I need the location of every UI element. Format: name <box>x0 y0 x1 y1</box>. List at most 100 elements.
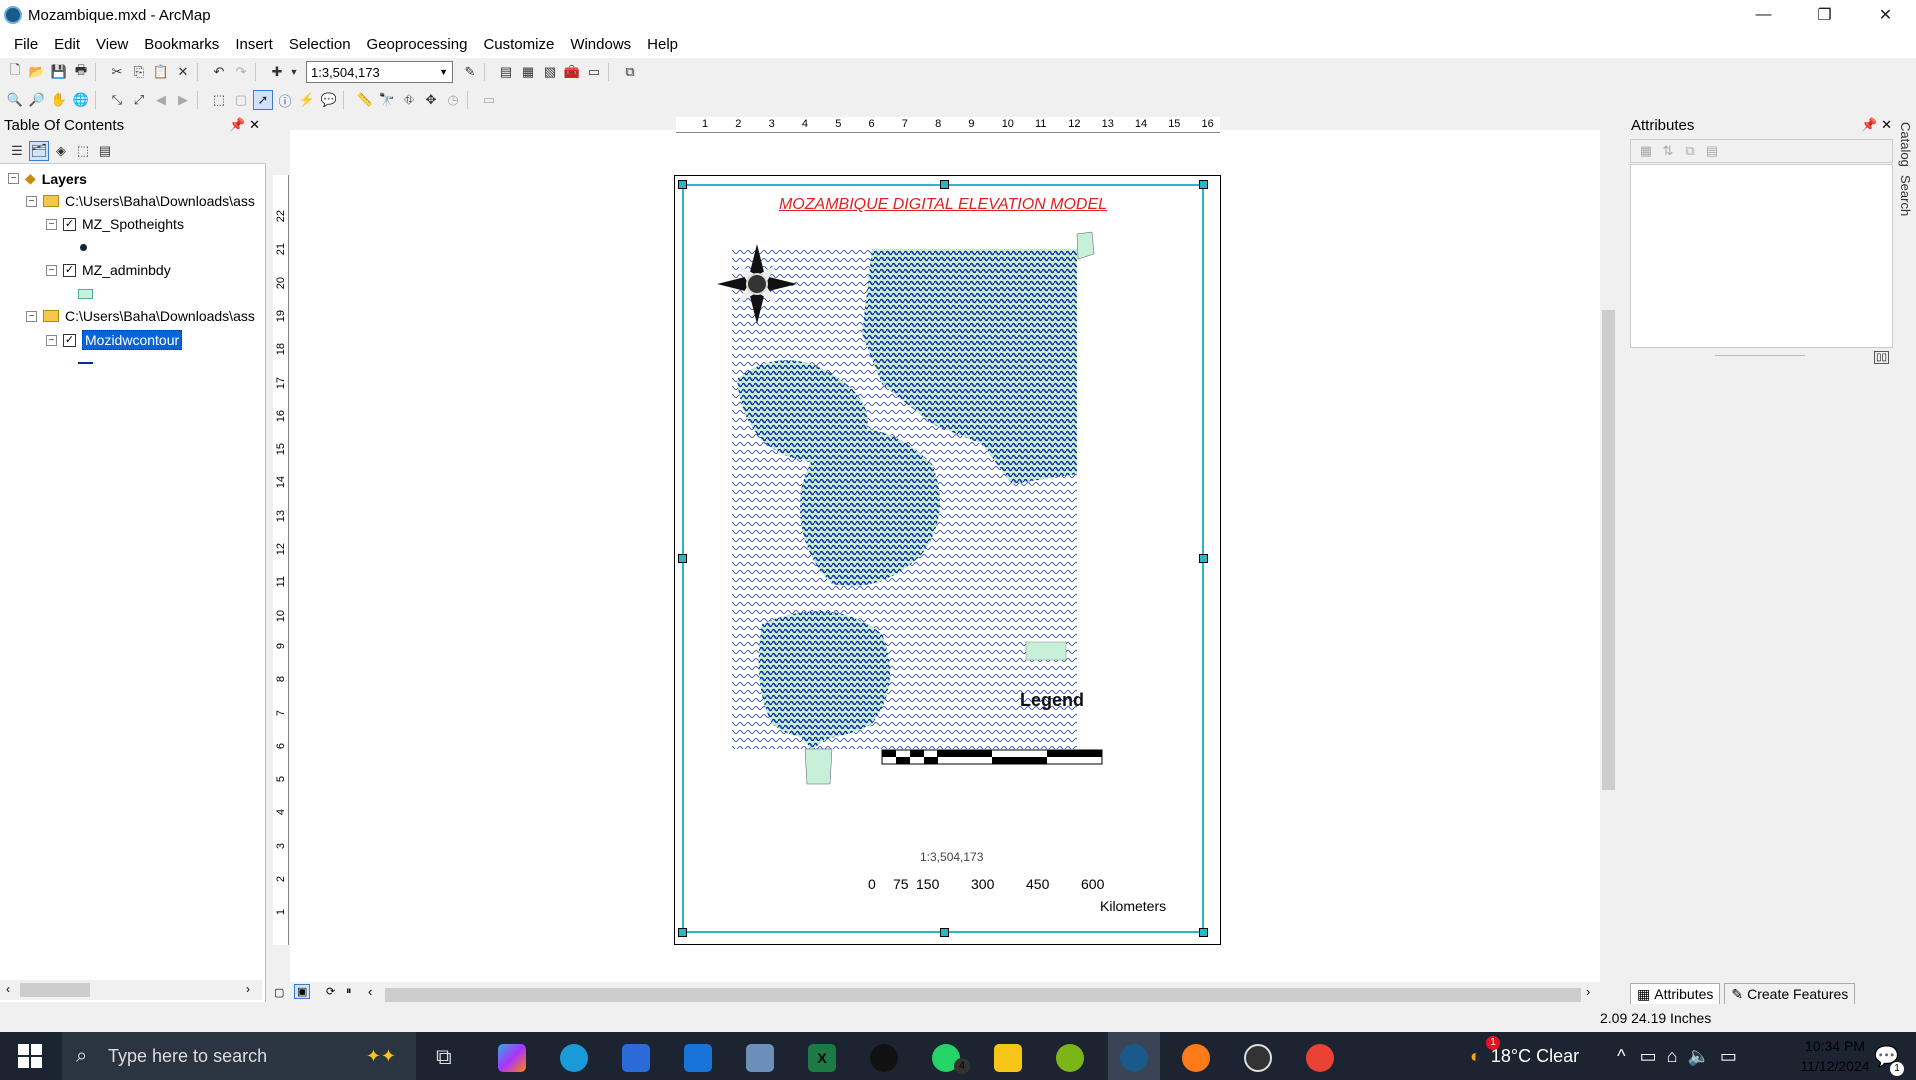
catalog-tab[interactable]: Catalog <box>1898 118 1913 171</box>
sort-icon[interactable]: ⇅ <box>1658 141 1678 161</box>
find-icon[interactable]: 🔭 <box>377 90 397 110</box>
layer-visibility-checkbox[interactable]: ✓ <box>63 333 76 347</box>
data-view-icon[interactable]: ▢ <box>274 986 284 999</box>
collapse-icon[interactable]: − <box>46 264 57 276</box>
related-tables-icon[interactable]: ⧉ <box>1680 141 1700 161</box>
resize-handle[interactable] <box>940 928 949 937</box>
pause-drawing-icon[interactable]: ⏸ <box>346 985 352 998</box>
splitter[interactable] <box>1715 355 1805 356</box>
pin-icon[interactable]: 📌 ✕ <box>1861 117 1892 133</box>
select-features-icon[interactable]: ⬚ <box>209 90 229 110</box>
toc-hscrollbar[interactable]: ‹ › <box>0 980 262 1000</box>
python-window-icon[interactable]: ▭ <box>584 62 604 82</box>
resize-handle[interactable] <box>678 928 687 937</box>
media-player-icon[interactable] <box>1244 1044 1272 1072</box>
forward-arrow-icon[interactable]: ▶ <box>173 90 193 110</box>
paste-icon[interactable]: 📋 <box>151 62 171 82</box>
redo-icon[interactable]: ↷ <box>231 62 251 82</box>
list-by-drawing-order-icon[interactable]: ☰ <box>7 141 27 161</box>
battery-icon[interactable]: ▭ <box>1640 1046 1657 1067</box>
attributes-tab[interactable]: ▦ Attributes <box>1630 982 1721 1006</box>
collapse-icon[interactable]: − <box>46 218 57 230</box>
fixed-zoom-out-icon[interactable]: ⤢ <box>129 90 149 110</box>
chrome-icon[interactable] <box>1306 1044 1334 1072</box>
resize-handle[interactable] <box>940 180 949 189</box>
search-tab[interactable]: Search <box>1898 171 1913 220</box>
volume-icon[interactable]: 🔈 <box>1687 1046 1709 1067</box>
restore-button[interactable]: ❐ <box>1794 0 1855 30</box>
legend-title[interactable]: Legend <box>1020 690 1084 711</box>
copy-icon[interactable]: ⎘ <box>129 62 149 82</box>
resize-handle[interactable] <box>678 180 687 189</box>
identify-icon[interactable]: ⓘ <box>275 90 295 110</box>
find-route-icon[interactable]: ⛗ <box>399 90 419 110</box>
map-title[interactable]: MOZAMBIQUE DIGITAL ELEVATION MODEL <box>682 196 1204 214</box>
menu-bookmarks[interactable]: Bookmarks <box>136 36 227 53</box>
display-icon[interactable]: ▭ <box>1720 1046 1737 1067</box>
menu-geoprocessing[interactable]: Geoprocessing <box>359 36 476 53</box>
menu-file[interactable]: File <box>6 36 46 53</box>
arcmap-taskbar-icon[interactable] <box>1120 1044 1148 1072</box>
file-explorer-icon[interactable] <box>994 1044 1022 1072</box>
tiktok-icon[interactable] <box>870 1044 898 1072</box>
layer-visibility-checkbox[interactable]: ✓ <box>63 217 76 231</box>
refresh-icon[interactable]: ⟳ <box>326 985 335 998</box>
edge-icon[interactable] <box>560 1044 588 1072</box>
toc-layers-root[interactable]: − ◆ Layers <box>8 170 87 187</box>
toc-layer-row[interactable]: − ✓ MZ_Spotheights <box>46 216 184 232</box>
toc-folder-row[interactable]: − C:\Users\Baha\Downloads\ass <box>26 193 255 209</box>
menu-edit[interactable]: Edit <box>46 36 88 53</box>
add-data-icon[interactable]: ✚ <box>267 62 287 82</box>
list-by-visibility-icon[interactable]: ◈ <box>51 141 71 161</box>
full-extent-icon[interactable]: 🌐 <box>71 90 91 110</box>
save-icon[interactable]: 💾 <box>49 62 69 82</box>
resize-handle[interactable] <box>1199 554 1208 563</box>
chevron-up-icon[interactable]: ^ <box>1617 1046 1625 1067</box>
toc-folder-row[interactable]: − C:\Users\Baha\Downloads\ass <box>26 308 255 324</box>
weather-text[interactable]: 18°C Clear <box>1491 1046 1579 1067</box>
new-document-icon[interactable]: 🗋 <box>5 62 25 82</box>
taskbar-search-input[interactable]: ⌕ Type here to search ✦✦ <box>62 1032 416 1080</box>
arctoolbox-icon[interactable]: 🧰 <box>562 62 582 82</box>
scroll-left-icon[interactable]: ‹ <box>6 982 10 996</box>
pin-icon[interactable]: 📌 ✕ <box>229 117 260 133</box>
layout-view-icon[interactable]: ▣ <box>294 984 311 999</box>
menu-help[interactable]: Help <box>639 36 686 53</box>
store-icon[interactable] <box>622 1044 650 1072</box>
qgis-icon[interactable] <box>1056 1044 1084 1072</box>
catalog-window-icon[interactable]: ▦ <box>518 62 538 82</box>
table-of-contents-icon[interactable]: ▤ <box>496 62 516 82</box>
scroll-right-icon[interactable]: › <box>1586 984 1590 999</box>
create-features-tab[interactable]: ✎ Create Features <box>1724 982 1856 1006</box>
toc-layer-row[interactable]: − ✓ Mozidwcontour <box>46 330 183 350</box>
print-icon[interactable]: 🖶 <box>71 62 91 82</box>
scroll-right-icon[interactable]: › <box>246 982 250 996</box>
close-button[interactable]: ✕ <box>1855 0 1916 30</box>
menu-windows[interactable]: Windows <box>562 36 639 53</box>
network-app-icon[interactable] <box>746 1044 774 1072</box>
select-elements-icon[interactable]: ➚ <box>253 90 273 110</box>
collapse-icon[interactable]: − <box>46 334 57 346</box>
back-arrow-icon[interactable]: ◀ <box>151 90 171 110</box>
chevron-down-icon[interactable]: ▼ <box>289 62 299 82</box>
resize-handle[interactable] <box>1199 180 1208 189</box>
search-window-icon[interactable]: ▧ <box>540 62 560 82</box>
mail-icon[interactable] <box>684 1044 712 1072</box>
excel-icon[interactable]: X <box>808 1044 836 1072</box>
horizontal-scroll-thumb[interactable] <box>385 988 1581 1002</box>
clear-selection-icon[interactable]: ▢ <box>231 90 251 110</box>
open-icon[interactable]: 📂 <box>27 62 47 82</box>
create-viewer-icon[interactable]: ▭ <box>479 90 499 110</box>
menu-selection[interactable]: Selection <box>281 36 359 53</box>
scroll-left-icon[interactable]: ‹ <box>368 984 372 999</box>
undo-icon[interactable]: ↶ <box>209 62 229 82</box>
menu-view[interactable]: View <box>88 36 136 53</box>
vertical-scroll-thumb[interactable] <box>1602 310 1615 790</box>
options-icon[interactable]: ▤ <box>1702 141 1722 161</box>
attributes-expand-icon[interactable]: ▯▯ <box>1874 351 1890 364</box>
collapse-icon[interactable]: − <box>26 310 37 322</box>
zoom-out-icon[interactable]: 🔎 <box>27 90 47 110</box>
menu-insert[interactable]: Insert <box>227 36 281 53</box>
options-icon[interactable]: ▤ <box>95 141 115 161</box>
menu-customize[interactable]: Customize <box>475 36 562 53</box>
